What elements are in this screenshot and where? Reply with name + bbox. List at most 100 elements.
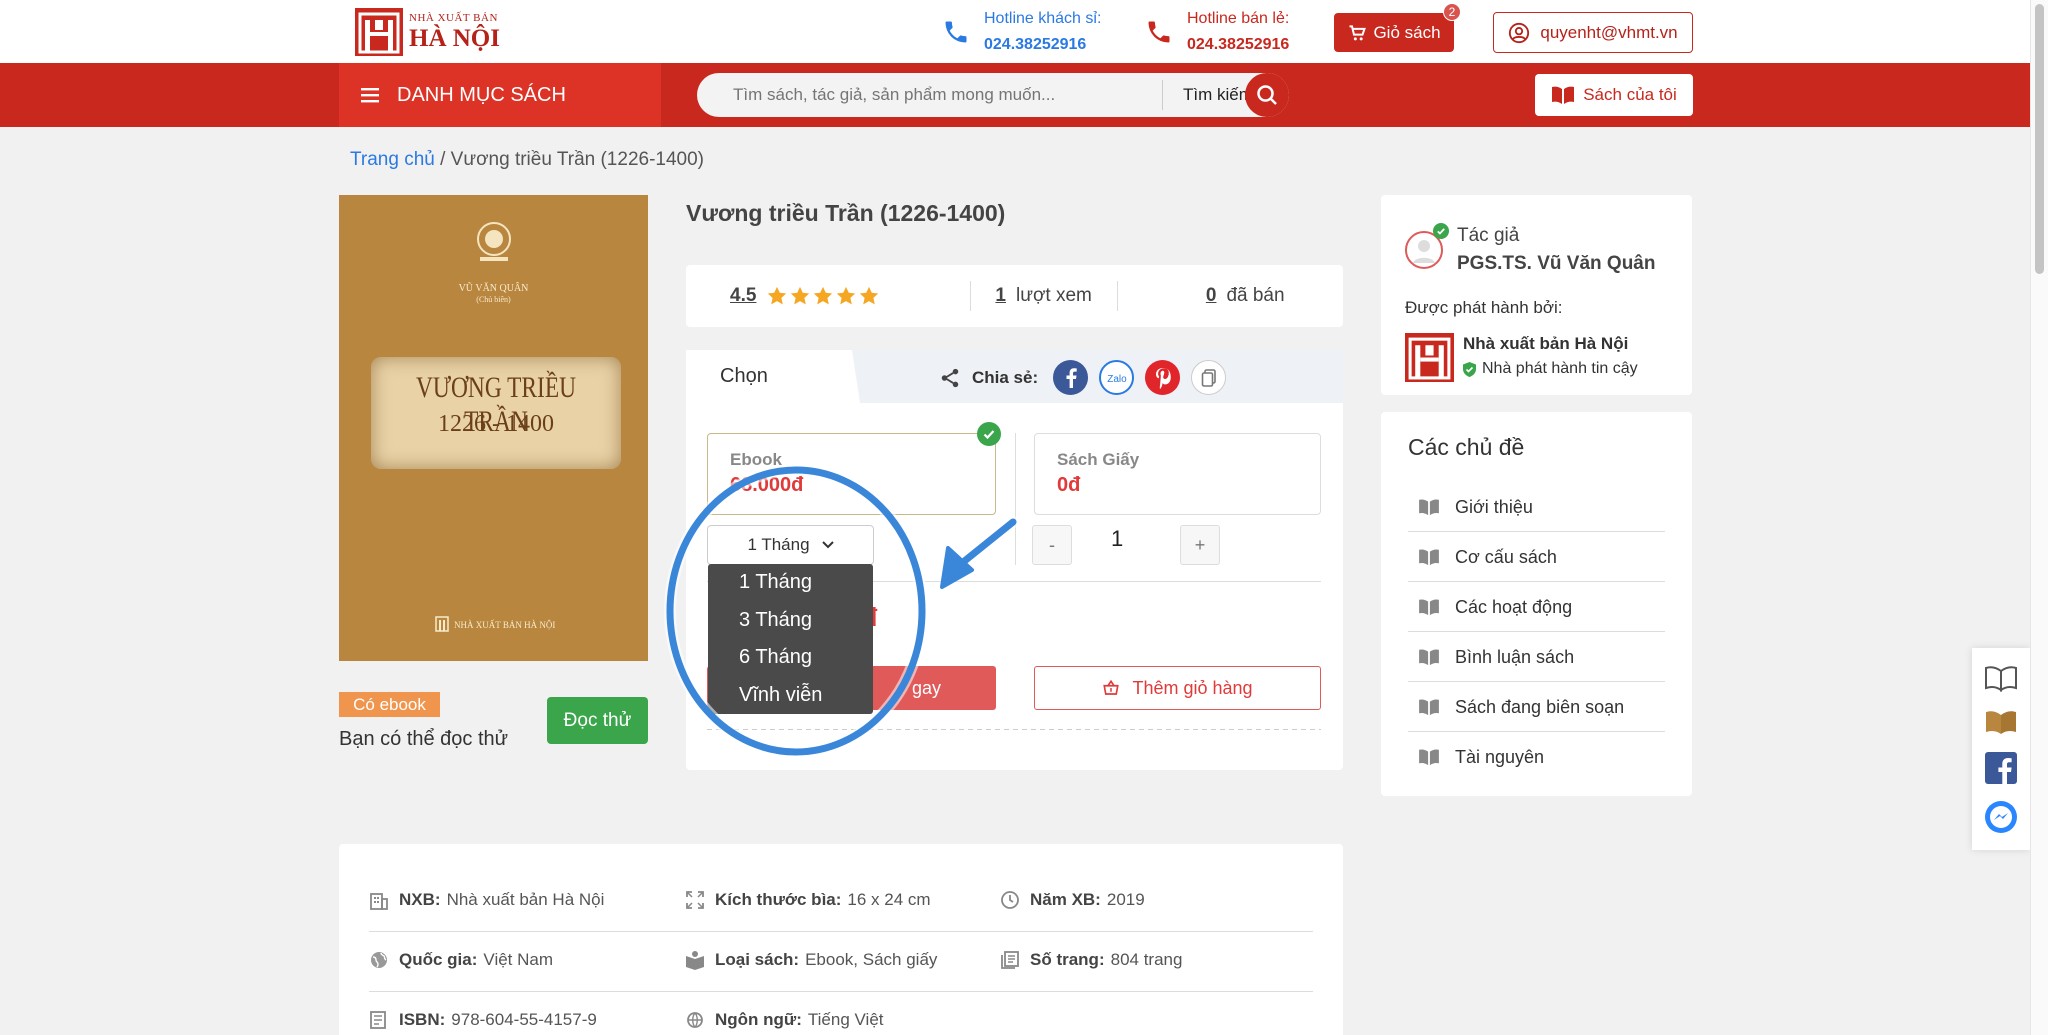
detail-size: Kích thước bìa: 16 x 24 cm [685,890,931,910]
has-ebook-badge: Có ebook [339,692,440,717]
detail-pages: Số trang: 804 trang [1000,950,1182,970]
duration-option[interactable]: 1 Tháng [708,564,873,602]
detail-publisher-label: NXB: [399,890,441,909]
search-bar: Tìm kiếm [697,73,1289,117]
facebook-icon[interactable] [1985,752,2017,784]
ebook-option[interactable]: Ebook 68.000đ [707,433,996,515]
share-icon [941,368,959,387]
globe-icon [371,952,387,968]
detail-isbn-value: 978-604-55-4157-9 [451,1010,597,1029]
views-stat: 1 lượt xem [995,285,1091,307]
site-logo[interactable]: NHÀ XUẤT BẢN HÀ NỘI [355,8,500,56]
rating-value: 4.5 [730,285,757,306]
topic-item[interactable]: Bình luận sách [1408,632,1665,682]
book-title: Vương triều Trần (1226-1400) [686,200,1006,226]
copy-link-icon[interactable] [1191,360,1227,395]
detail-year-value: 2019 [1106,890,1145,909]
paper-book-option[interactable]: Sách Giấy 0đ [1034,433,1321,515]
book-shelf-icon[interactable] [1984,708,2018,736]
barcode-icon [370,1011,386,1029]
book-cover[interactable]: VŨ VĂN QUÂN (Chủ biên) VƯƠNG TRIỀU TRẦN … [339,195,648,661]
cart-button[interactable]: Giỏ sách [1334,13,1454,52]
hotline-retail[interactable]: Hotline bán lẻ: 024.38252916 [1145,6,1289,58]
topic-item[interactable]: Giới thiệu [1408,482,1665,532]
hotline1-label: Hotline khách sỉ: [984,10,1102,27]
duration-option[interactable]: Vĩnh viễn [708,677,873,715]
add-to-cart-label: Thêm giỏ hàng [1132,677,1253,698]
topic-item[interactable]: Các hoạt động [1408,582,1665,632]
detail-size-value: 16 x 24 cm [847,890,931,909]
cart-count-badge: 2 [1443,3,1461,21]
read-sample-button[interactable]: Đọc thử [547,697,648,744]
duration-option[interactable]: 6 Tháng [708,639,873,677]
topic-label: Giới thiệu [1455,496,1533,517]
search-label[interactable]: Tìm kiếm [1183,85,1253,105]
zalo-share-icon[interactable]: Zalo [1099,360,1135,395]
sold-label: đã bán [1226,285,1285,306]
quantity-increase-button[interactable]: + [1180,525,1220,565]
publisher-name[interactable]: Nhà xuất bản Hà Nội [1463,334,1628,354]
topic-item[interactable]: Tài nguyên [1408,732,1665,782]
author-name[interactable]: PGS.TS. Vũ Văn Quân [1457,253,1655,275]
topic-label: Các hoạt động [1455,596,1573,617]
scrollbar-thumb[interactable] [2035,4,2044,274]
category-menu-button[interactable]: DANH MỤC SÁCH [339,63,661,127]
duration-option[interactable]: 3 Tháng [708,602,873,640]
book-icon [1419,549,1439,566]
stat-divider [1116,281,1118,311]
topics-heading: Các chủ đề [1408,434,1525,460]
search-input[interactable] [697,85,1162,105]
breadcrumb: Trang chủ / Vương triều Trần (1226-1400) [350,149,704,171]
topic-item[interactable]: Cơ cấu sách [1408,532,1665,582]
user-account-button[interactable]: quyenht@vhmt.vn [1493,12,1693,53]
purchase-panel-header: Chọn Chia sẻ: Zalo [686,350,1343,403]
topic-item[interactable]: Sách đang biên soạn [1408,682,1665,732]
details-divider [369,931,1313,932]
cart-label: Giỏ sách [1373,22,1441,42]
add-to-cart-button[interactable]: Thêm giỏ hàng [1034,666,1321,710]
detail-isbn-label: ISBN: [399,1010,446,1029]
star-icon [791,286,810,305]
duration-select[interactable]: 1 Tháng [707,525,874,565]
views-label: lượt xem [1016,285,1092,306]
pinterest-share-icon[interactable] [1145,360,1181,395]
hotline-wholesale[interactable]: Hotline khách sỉ: 024.38252916 [942,6,1101,58]
ebook-option-price: 68.000đ [730,474,804,496]
detail-isbn: ISBN: 978-604-55-4157-9 [369,1010,597,1030]
verified-check-icon [1433,223,1449,239]
book-icon [1419,649,1439,666]
shield-check-icon [1463,361,1476,377]
quantity-value[interactable]: 1 [1111,526,1123,552]
breadcrumb-current: / Vương triều Trần (1226-1400) [440,149,705,170]
hotline1-number[interactable]: 024.38252916 [984,32,1101,58]
quantity-decrease-button[interactable]: - [1032,525,1072,565]
detail-pages-label: Số trang: [1030,950,1105,969]
sold-stat: 0 đã bán [1206,285,1285,307]
author-card: Tác giả PGS.TS. Vũ Văn Quân Được phát hà… [1381,195,1692,395]
tab-choose[interactable]: Chọn [686,350,846,403]
hotline2-number[interactable]: 024.38252916 [1187,32,1289,58]
duration-dropdown-menu: 1 Tháng 3 Tháng 6 Tháng Vĩnh viễn [708,564,873,714]
detail-size-label: Kích thước bìa: [715,890,842,909]
page-scrollbar[interactable] [2030,0,2048,1035]
cover-years: 1226 - 1400 [438,411,554,437]
trusted-label: Nhà phát hành tin cậy [1482,360,1638,377]
star-icon [860,286,879,305]
detail-language-value: Tiếng Việt [807,1010,884,1029]
facebook-share-icon[interactable] [1053,360,1089,395]
book-icon [1419,599,1439,616]
book-icon [1552,86,1575,104]
breadcrumb-home[interactable]: Trang chủ [350,149,435,170]
publisher-logo-icon [1405,333,1454,382]
book-icon [1419,499,1439,516]
detail-country: Quốc gia: Việt Nam [369,950,553,970]
messenger-icon[interactable] [1984,800,2018,834]
topic-label: Tài nguyên [1455,746,1545,767]
detail-pages-value: 804 trang [1110,950,1183,969]
detail-language: Ngôn ngữ: Tiếng Việt [685,1010,884,1030]
author-label: Tác giả [1457,225,1520,246]
sold-count: 0 [1205,285,1217,306]
my-books-button[interactable]: Sách của tôi [1535,74,1693,116]
open-book-icon[interactable] [1984,664,2018,692]
search-button[interactable] [1245,73,1289,117]
